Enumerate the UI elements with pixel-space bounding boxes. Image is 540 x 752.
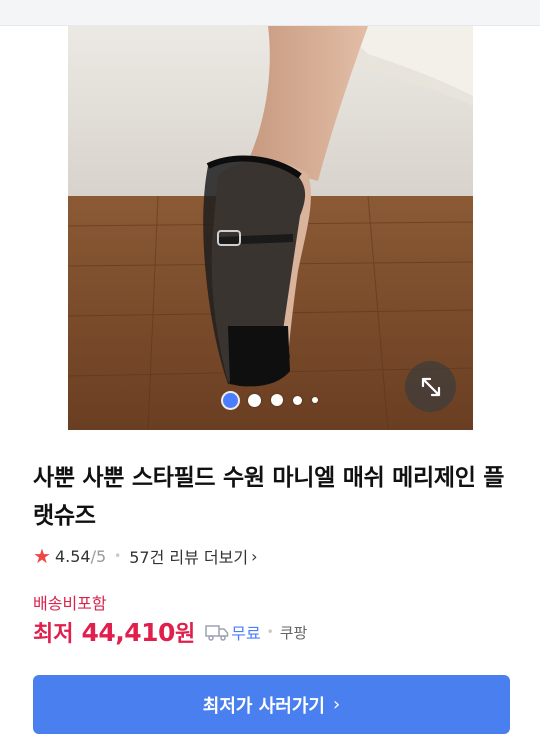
- price-row: 최저 44,410 원 무료 • 쿠팡: [33, 614, 307, 650]
- buy-lowest-price-button[interactable]: 최저가 사러가기 ›: [33, 675, 510, 734]
- carousel-dot-3[interactable]: [270, 394, 283, 406]
- review-more-link[interactable]: 57건 리뷰 더보기: [129, 544, 248, 568]
- top-bar-strip: [0, 0, 540, 26]
- truck-icon: [205, 623, 229, 641]
- free-delivery-badge: 무료: [231, 624, 261, 643]
- star-icon: ★: [33, 544, 51, 568]
- carousel-dot-5[interactable]: [311, 397, 318, 403]
- separator-dot: •: [266, 625, 274, 639]
- chevron-right-icon[interactable]: ›: [251, 547, 257, 566]
- carousel-dot-1-active[interactable]: [222, 392, 238, 408]
- product-title: 사뿐 사뿐 스타필드 수원 마니엘 매쉬 메리제인 플랫슈즈: [33, 465, 505, 529]
- carousel-pagination: [0, 391, 540, 409]
- chevron-right-icon: ›: [332, 694, 341, 715]
- separator-dot: •: [114, 549, 122, 563]
- rating-row: ★ 4.54 /5 • 57건 리뷰 더보기 ›: [33, 545, 257, 567]
- price-prefix: 최저: [33, 622, 74, 647]
- mall-name: 쿠팡: [279, 623, 308, 642]
- rating-max: /5: [90, 546, 107, 566]
- price-unit: 원: [174, 622, 196, 647]
- carousel-dot-2[interactable]: [247, 393, 261, 407]
- rating-score: 4.54: [54, 546, 91, 566]
- shipping-included-label: 배송비포함: [33, 594, 107, 613]
- cta-label: 최저가 사러가기: [202, 695, 325, 717]
- price-amount: 44,410: [81, 617, 175, 647]
- carousel-dot-4[interactable]: [292, 395, 302, 405]
